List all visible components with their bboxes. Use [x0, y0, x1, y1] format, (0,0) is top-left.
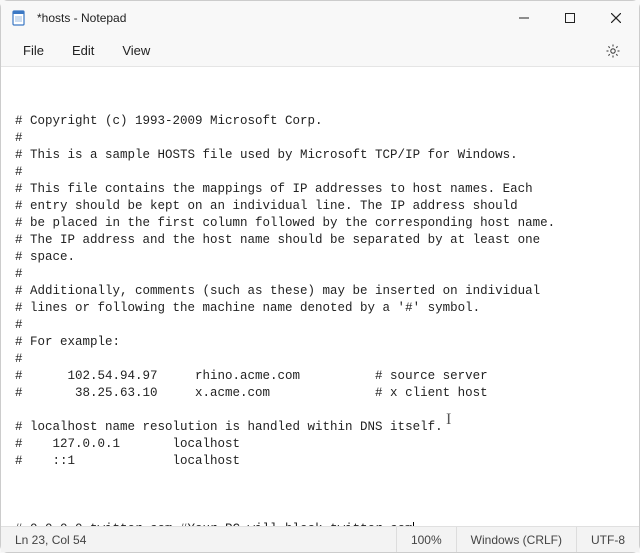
editor-line: # 38.25.63.10 x.acme.com # x client host [15, 385, 625, 402]
spell-error-underline: # 0 [15, 521, 38, 526]
window-title: *hosts - Notepad [37, 11, 501, 25]
editor-line: # localhost name resolution is handled w… [15, 419, 625, 436]
status-line-ending: Windows (CRLF) [456, 527, 576, 552]
editor-line: # This is a sample HOSTS file used by Mi… [15, 147, 625, 164]
menu-bar: File Edit View [1, 35, 639, 67]
editor-last-line-rest: .0.0.0 twitter.com #Your PC will block t… [38, 522, 413, 526]
settings-button[interactable] [595, 39, 631, 63]
editor-content: # Copyright (c) 1993-2009 Microsoft Corp… [15, 113, 625, 487]
menu-edit[interactable]: Edit [58, 39, 108, 62]
editor-line [15, 402, 625, 419]
editor-line: # space. [15, 249, 625, 266]
editor-line: # The IP address and the host name shoul… [15, 232, 625, 249]
editor-line: # [15, 164, 625, 181]
editor-line: # 102.54.94.97 rhino.acme.com # source s… [15, 368, 625, 385]
editor-line: # ::1 localhost [15, 453, 625, 470]
status-bar: Ln 23, Col 54 100% Windows (CRLF) UTF-8 [1, 526, 639, 552]
editor-line: # Additionally, comments (such as these)… [15, 283, 625, 300]
editor-line: # For example: [15, 334, 625, 351]
status-zoom[interactable]: 100% [396, 527, 456, 552]
text-caret [413, 522, 414, 526]
editor-line: # lines or following the machine name de… [15, 300, 625, 317]
window-titlebar: *hosts - Notepad [1, 1, 639, 35]
notepad-icon [11, 10, 27, 26]
menu-file[interactable]: File [9, 39, 58, 62]
text-editor[interactable]: # Copyright (c) 1993-2009 Microsoft Corp… [1, 67, 639, 526]
status-encoding: UTF-8 [576, 527, 639, 552]
status-position: Ln 23, Col 54 [1, 527, 100, 552]
editor-line: # This file contains the mappings of IP … [15, 181, 625, 198]
maximize-button[interactable] [547, 1, 593, 35]
editor-line: # 127.0.0.1 localhost [15, 436, 625, 453]
window-controls [501, 1, 639, 35]
status-spacer [100, 527, 396, 552]
close-button[interactable] [593, 1, 639, 35]
editor-last-line: # 0.0.0.0 twitter.com #Your PC will bloc… [15, 521, 625, 526]
editor-line: # [15, 351, 625, 368]
editor-line: # [15, 130, 625, 147]
menu-view[interactable]: View [108, 39, 164, 62]
editor-line: # Copyright (c) 1993-2009 Microsoft Corp… [15, 113, 625, 130]
minimize-button[interactable] [501, 1, 547, 35]
editor-line: # [15, 266, 625, 283]
editor-line: # entry should be kept on an individual … [15, 198, 625, 215]
editor-line: # be placed in the first column followed… [15, 215, 625, 232]
editor-line: # [15, 317, 625, 334]
editor-line [15, 470, 625, 487]
